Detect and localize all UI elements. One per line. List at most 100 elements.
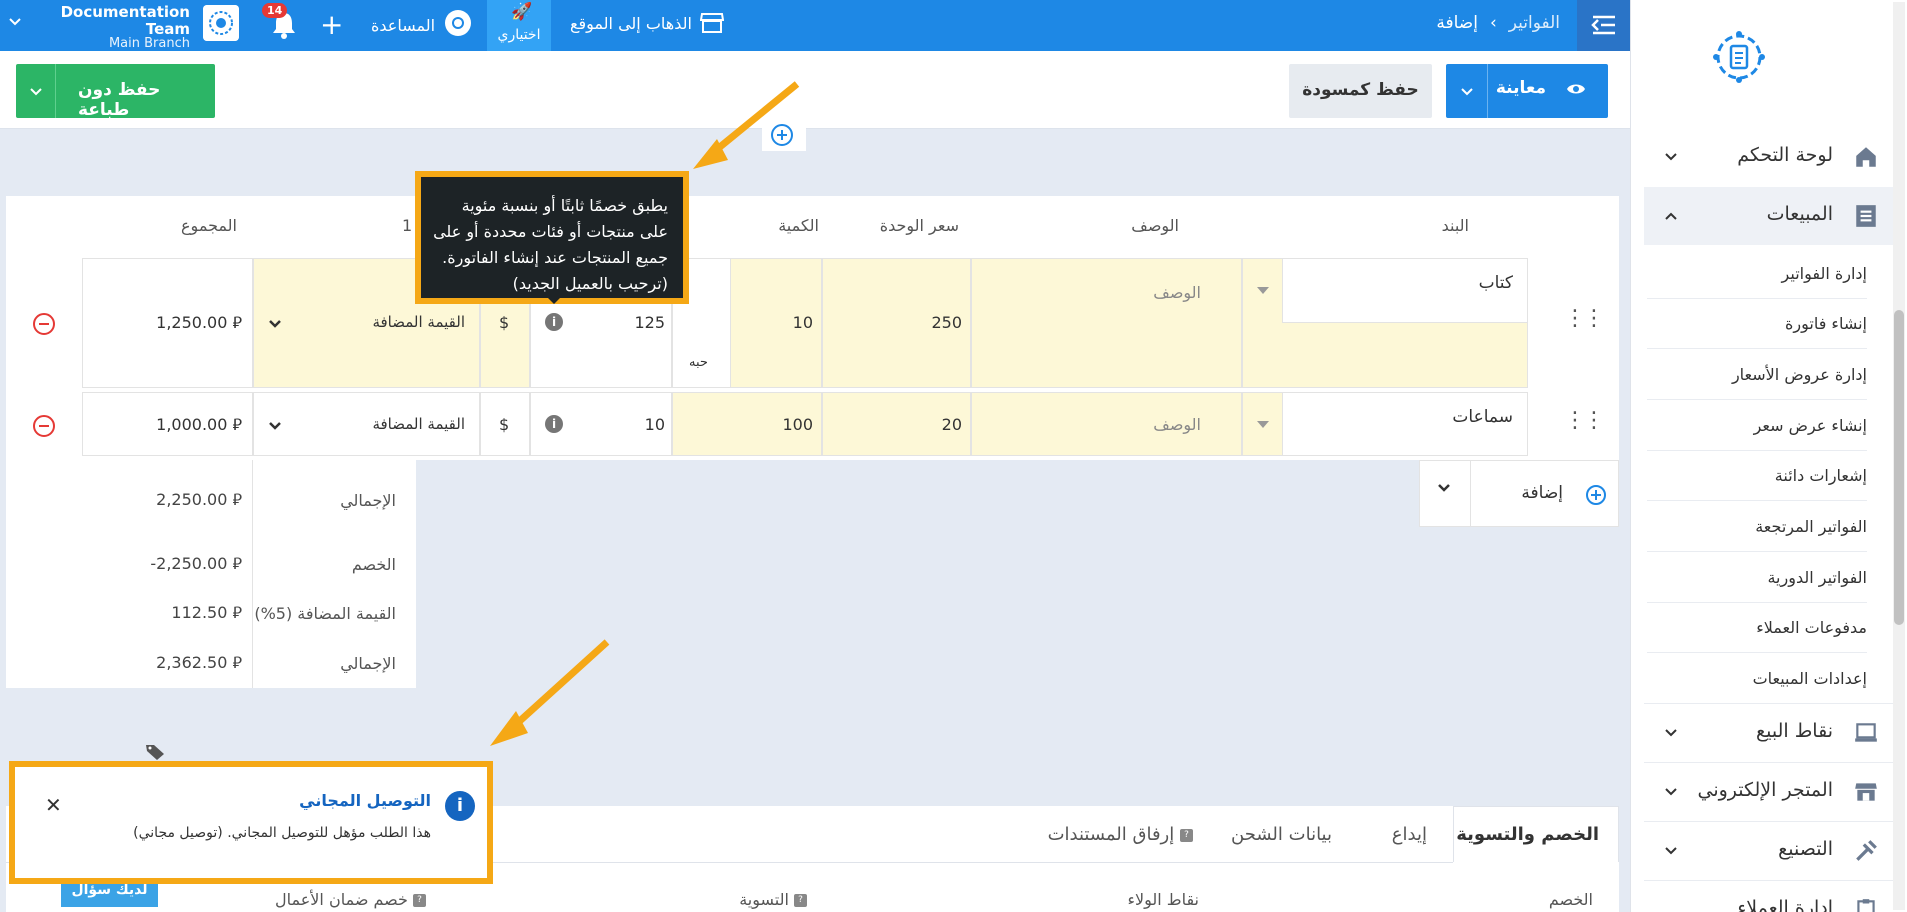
- help-link[interactable]: المساعدة: [371, 10, 473, 38]
- visit-site-link[interactable]: الذهاب إلى الموقع: [570, 12, 724, 34]
- quantity-input[interactable]: 100: [672, 392, 822, 456]
- discount-type-value: $: [499, 415, 510, 434]
- menu-toggle-button[interactable]: [1577, 0, 1630, 51]
- preview-dropdown-toggle[interactable]: [1446, 64, 1488, 118]
- remove-row-icon[interactable]: [33, 313, 55, 335]
- item-dropdown-toggle[interactable]: [1243, 393, 1283, 455]
- field-retention-label: خصم ضمان الأعمال ?: [275, 890, 426, 909]
- optional-button[interactable]: 🚀 اختياري: [487, 0, 551, 51]
- tab-discount-settlement[interactable]: الخصم والتسوية: [1456, 824, 1599, 845]
- nav-clients-label: إدارة العملاء: [1737, 897, 1833, 912]
- save-without-print-button[interactable]: حفظ دون طباعة: [16, 64, 215, 120]
- scrollbar-thumb[interactable]: [1894, 310, 1904, 625]
- description-placeholder: الوصف: [1153, 283, 1201, 302]
- nav-store[interactable]: المتجر الإلكتروني: [1644, 762, 1893, 820]
- sidebar-item-create-quote[interactable]: إنشاء عرض سعر: [1647, 401, 1867, 451]
- preview-button[interactable]: معاينة: [1446, 64, 1608, 118]
- header-discount: 1: [402, 216, 413, 235]
- header-total: المجموع: [181, 216, 237, 235]
- drag-handle-icon[interactable]: ⋮⋮: [1564, 408, 1605, 433]
- remove-row-icon[interactable]: [33, 415, 55, 437]
- unit-price-value: 20: [941, 415, 962, 434]
- sidebar-item-manage-invoices[interactable]: إدارة الفواتير: [1647, 249, 1867, 299]
- app-logo[interactable]: [1710, 28, 1768, 86]
- nav-clients[interactable]: إدارة العملاء: [1644, 880, 1893, 912]
- nav-manufacturing[interactable]: التصنيع: [1644, 821, 1893, 879]
- tools-icon: [1856, 840, 1877, 861]
- unit-value: حبه: [689, 355, 708, 370]
- chevron-down-icon[interactable]: [8, 15, 22, 29]
- save-dropdown-toggle[interactable]: [16, 64, 56, 118]
- team-switcher[interactable]: Documentation Team Main Branch: [30, 4, 190, 51]
- chevron-down-icon[interactable]: [1437, 483, 1451, 493]
- discount-total-label: الخصم: [351, 555, 396, 574]
- sidebar-item-returned-invoices[interactable]: الفواتير المرتجعة: [1647, 502, 1867, 552]
- sidebar-scrollbar[interactable]: [1893, 2, 1905, 910]
- discount-total-value: -2,250.00 ⃁: [150, 554, 242, 573]
- tab-attachments[interactable]: إرفاق المستندات ?: [1048, 824, 1193, 845]
- sidebar-item-recurring-invoices[interactable]: الفواتير الدورية: [1647, 553, 1867, 603]
- add-item-button[interactable]: إضافة: [1419, 460, 1619, 527]
- header-description: الوصف: [1131, 216, 1179, 235]
- nav-dashboard[interactable]: لوحة التحكم: [1644, 128, 1893, 186]
- save-without-print-label: حفظ دون طباعة: [78, 80, 161, 120]
- tab-deposit[interactable]: إيداع: [1392, 824, 1427, 845]
- save-draft-button[interactable]: حفظ كمسودة: [1289, 64, 1432, 118]
- tooltip-pointer: [547, 297, 561, 304]
- sidebar-item-manage-quotes[interactable]: إدارة عروض الأسعار: [1647, 350, 1867, 400]
- chevron-up-icon: [1665, 212, 1677, 220]
- unit-price-input[interactable]: 250: [822, 258, 971, 388]
- field-settlement-label: التسوية ?: [739, 890, 807, 909]
- grand-total-value: 2,362.50 ⃁: [156, 653, 242, 672]
- sidebar-item-credit-notes[interactable]: إشعارات دائنة: [1647, 451, 1867, 501]
- organization-logo[interactable]: [203, 5, 239, 41]
- free-shipping-notification: i التوصيل المجاني هذا الطلب مؤهل للتوصيل…: [9, 761, 493, 884]
- visit-site-label: الذهاب إلى الموقع: [570, 13, 692, 33]
- discount-type-select[interactable]: $: [480, 392, 530, 456]
- item-dropdown-toggle[interactable]: [1243, 259, 1283, 323]
- description-placeholder: الوصف: [1153, 415, 1201, 434]
- discount-input[interactable]: 10 i: [530, 392, 672, 456]
- chevron-down-icon: [1665, 847, 1677, 855]
- notification-title: التوصيل المجاني: [299, 791, 431, 810]
- add-item-label: إضافة: [1521, 483, 1563, 503]
- quantity-input[interactable]: 10 حبه: [672, 258, 822, 388]
- discount-value: 125: [634, 313, 665, 332]
- discount-type-value: $: [499, 313, 510, 332]
- item-input[interactable]: سماعات: [1283, 393, 1527, 455]
- add-icon[interactable]: +: [320, 8, 343, 41]
- drag-handle-icon[interactable]: ⋮⋮: [1564, 306, 1605, 331]
- breadcrumb: الفواتير › إضافة: [1436, 13, 1560, 33]
- line-total: 1,000.00 ⃁: [82, 392, 253, 456]
- help-icon: ?: [413, 894, 426, 907]
- unit-price-input[interactable]: 20: [822, 392, 971, 456]
- description-input[interactable]: الوصف: [971, 258, 1242, 388]
- rocket-icon: 🚀: [511, 2, 533, 22]
- header-unit-price: سعر الوحدة: [879, 216, 959, 235]
- totals-panel: الإجمالي 2,250.00 ⃁ الخصم -2,250.00 ⃁ ال…: [6, 460, 416, 688]
- plus-circle-icon: [1586, 485, 1606, 505]
- tab-shipping[interactable]: بيانات الشحن: [1231, 824, 1332, 845]
- add-section-icon[interactable]: [771, 124, 793, 146]
- tag-icon[interactable]: [145, 743, 165, 761]
- arrow-to-notification-icon: [490, 639, 610, 746]
- item-input[interactable]: كتاب: [1283, 259, 1527, 323]
- items-table: البند الوصف سعر الوحدة الكمية 1 المجموع …: [6, 196, 1619, 460]
- nav-pos[interactable]: نقاط البيع: [1644, 703, 1893, 761]
- close-icon[interactable]: ✕: [45, 793, 62, 817]
- nav-manufacturing-label: التصنيع: [1778, 838, 1833, 860]
- optional-label: اختياري: [497, 27, 541, 43]
- info-icon[interactable]: i: [545, 415, 563, 433]
- description-input[interactable]: الوصف: [971, 392, 1242, 456]
- tab-attachments-label: إرفاق المستندات: [1047, 824, 1175, 845]
- home-icon: [1856, 147, 1876, 167]
- vat-label: القيمة المضافة (5%): [254, 604, 396, 623]
- tax-select[interactable]: القيمة المضافة: [253, 392, 480, 456]
- notification-body: هذا الطلب مؤهل للتوصيل المجاني. (توصيل م…: [133, 825, 431, 841]
- sidebar-item-client-payments[interactable]: مدفوعات العملاء: [1647, 603, 1867, 653]
- info-icon[interactable]: i: [545, 313, 563, 331]
- sidebar-item-create-invoice[interactable]: إنشاء فاتورة: [1647, 299, 1867, 349]
- sidebar-item-sales-settings[interactable]: إعدادات المبيعات: [1647, 654, 1867, 704]
- nav-sales[interactable]: المبيعات: [1644, 187, 1893, 245]
- breadcrumb-invoices[interactable]: الفواتير: [1509, 13, 1560, 33]
